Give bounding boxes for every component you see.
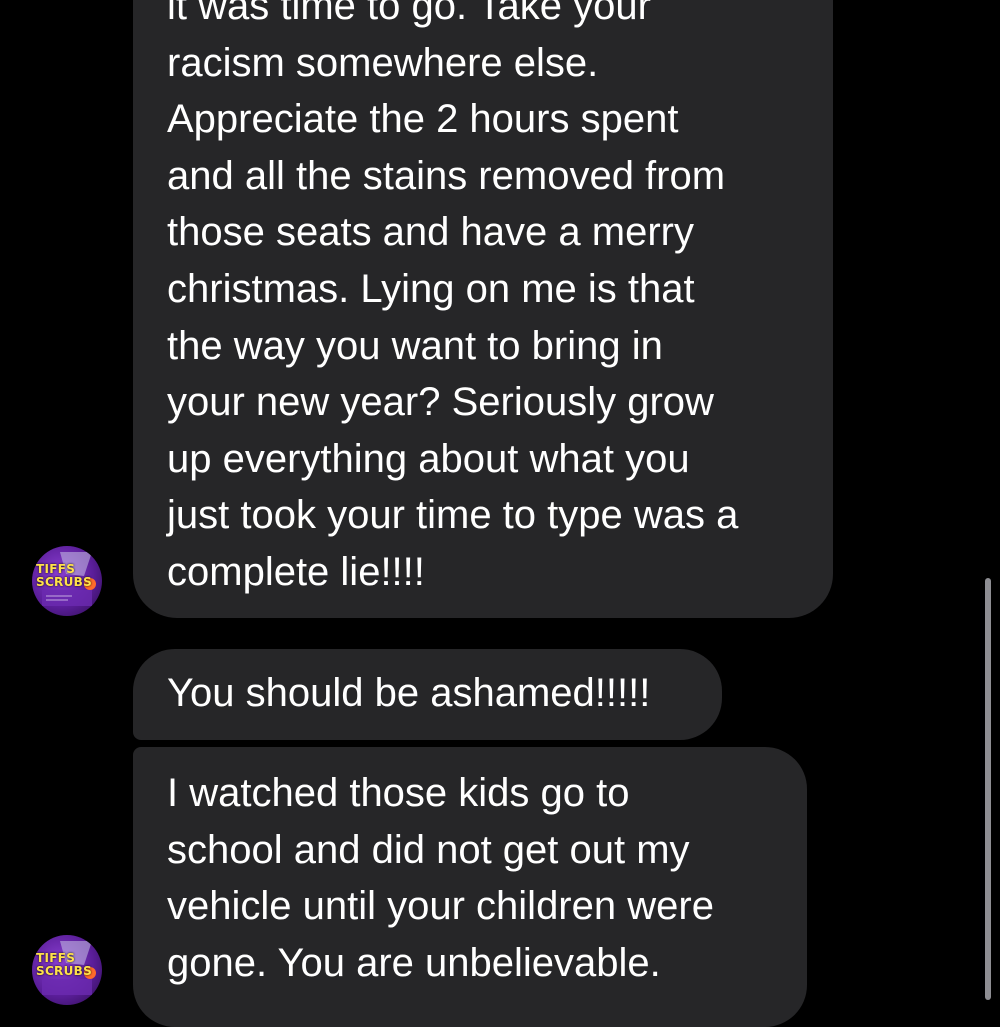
message-line: your new year? Seriously grow — [167, 380, 714, 425]
message-line: gone. You are unbelievable. — [167, 940, 661, 985]
message-bubble[interactable]: it was time to go. Take your racism some… — [133, 0, 833, 618]
message-line: school and did not get out my — [167, 827, 690, 872]
message-line: Appreciate the 2 hours spent — [167, 97, 679, 142]
message-line: christmas. Lying on me is that — [167, 266, 695, 311]
message-line: the way you want to bring in — [167, 323, 663, 368]
message-thread[interactable]: it was time to go. Take your racism some… — [0, 0, 1000, 1027]
avatar-label: TIFFS SCRUBS — [36, 562, 93, 589]
message-line: I watched those kids go to — [167, 771, 630, 815]
message-line: those seats and have a merry — [167, 210, 694, 255]
scrollbar[interactable] — [985, 578, 991, 1000]
message-line: vehicle until your children were — [167, 884, 714, 929]
message-line: and all the stains removed from — [167, 153, 726, 198]
message-text: You should be ashamed!!!!! — [167, 671, 651, 715]
sender-avatar[interactable]: TIFFS SCRUBS — [32, 546, 102, 616]
message-line: it was time to go. Take your — [167, 0, 651, 28]
message-bubble[interactable]: I watched those kids go to school and di… — [133, 747, 807, 1027]
message-line: up everything about what you — [167, 436, 690, 481]
message-line: complete lie!!!! — [167, 549, 425, 594]
sender-avatar[interactable]: TIFFS SCRUBS — [32, 935, 102, 1005]
message-line: racism somewhere else. — [167, 40, 599, 85]
message-line: just took your time to type was a — [167, 493, 739, 538]
message-bubble[interactable]: You should be ashamed!!!!! — [133, 649, 722, 740]
avatar-label: TIFFS SCRUBS — [36, 951, 93, 978]
